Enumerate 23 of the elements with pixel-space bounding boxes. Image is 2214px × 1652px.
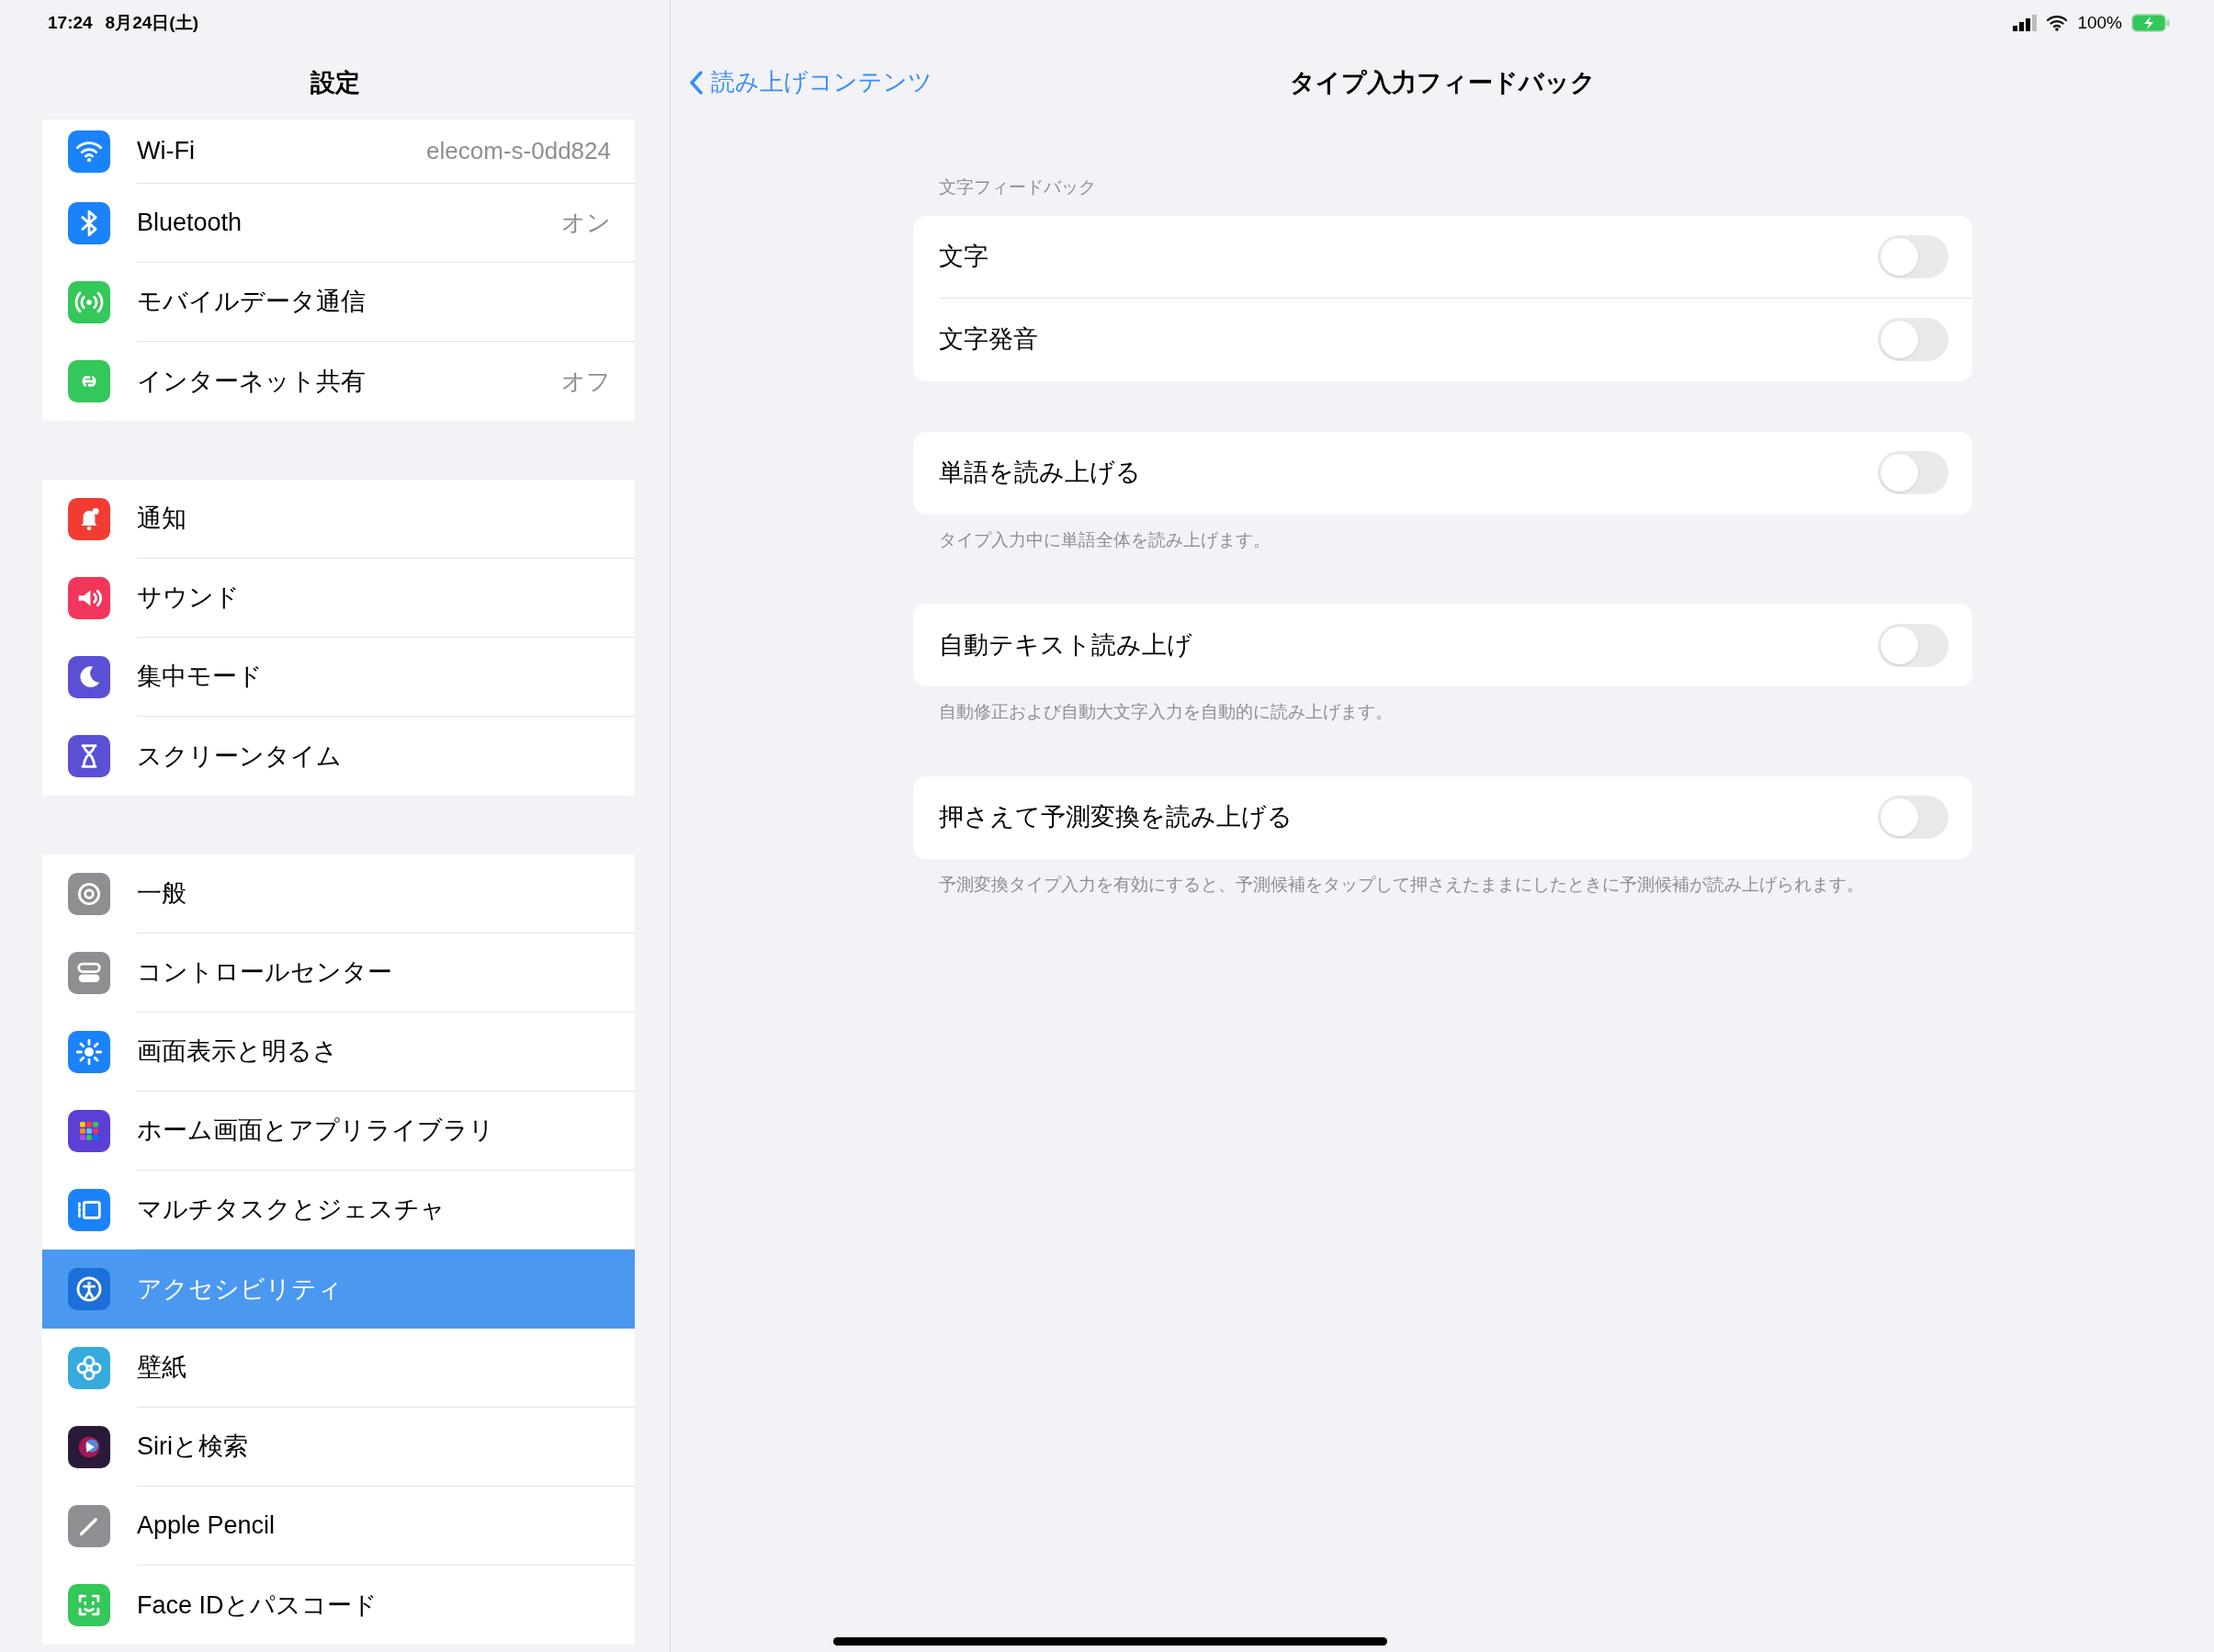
section-header: 文字フィードバック	[937, 176, 1097, 198]
toggle-switch[interactable]	[1877, 623, 1949, 667]
toggle-switch[interactable]	[1877, 318, 1949, 361]
setting-label: 単語を読み上げる	[938, 458, 1141, 489]
page-title: タイプ入力フィードバック	[1289, 67, 1596, 98]
toggle-switch[interactable]	[1877, 234, 1949, 278]
battery-icon	[2131, 14, 2170, 32]
setting-label: 文字発音	[938, 324, 1038, 356]
signal-icon	[2013, 15, 2038, 31]
toggle-switch[interactable]	[1877, 796, 1949, 839]
toggle-switch[interactable]	[1877, 451, 1949, 494]
setting-label: 自動テキスト読み上げ	[938, 629, 1192, 661]
chevron-left-icon	[689, 69, 704, 96]
section-footer: 自動修正および自動大文字入力を自動的に読み上げます。	[912, 686, 1972, 726]
setting-label: 文字	[938, 241, 988, 272]
battery-percent: 100%	[2077, 11, 2122, 34]
setting-label: 押さえて予測変換を読み上げる	[938, 802, 1293, 833]
section-footer: タイプ入力中に単語全体を読み上げます。	[912, 514, 1972, 553]
section-footer: 予測変換タイプ入力を有効にすると、予測候補をタップして押さえたままにしたときに予測候補が読み上げられます。	[912, 858, 1972, 898]
status-date: 8月24日(土)	[105, 11, 198, 34]
status-time: 17:24	[48, 11, 93, 34]
wifi-icon	[2046, 15, 2069, 31]
sidebar-title: 設定	[310, 67, 360, 98]
